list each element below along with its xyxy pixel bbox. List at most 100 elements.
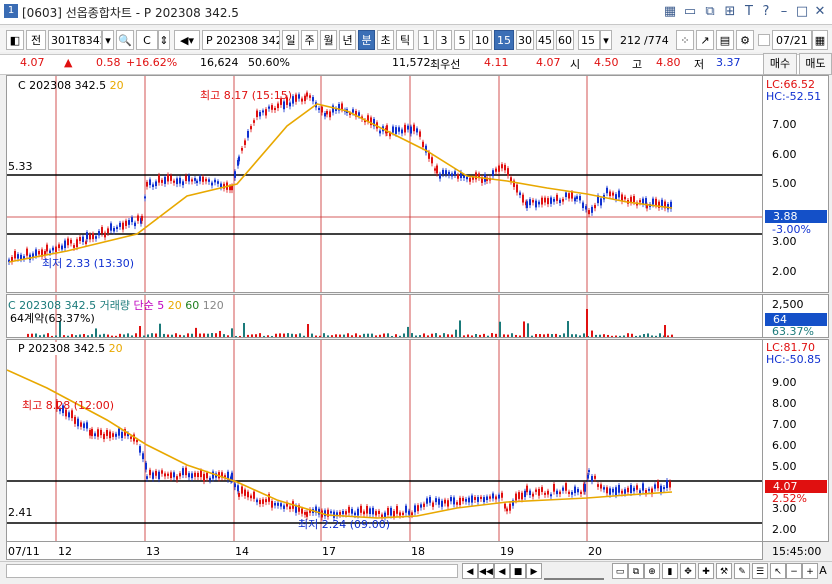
next-icon[interactable]: ▶	[526, 563, 542, 579]
call-candle	[501, 164, 503, 169]
code-dropdown-icon[interactable]: ▾	[102, 30, 114, 50]
restore-icon[interactable]: ⧉	[702, 4, 718, 20]
put-candle	[587, 474, 589, 479]
tool-icon[interactable]: ⚒	[716, 563, 732, 579]
call-candle	[594, 204, 596, 209]
volume-bar	[495, 333, 497, 337]
call-candle	[268, 106, 270, 109]
call-candle	[541, 197, 543, 205]
period-week[interactable]: 주	[301, 30, 318, 50]
candle-icon[interactable]: ▮	[662, 563, 678, 579]
volume-bar	[599, 334, 601, 337]
cursor-icon[interactable]: ↖	[770, 563, 786, 579]
pattern-icon[interactable]: ⁘	[676, 30, 694, 50]
interval-30[interactable]: 30	[516, 30, 534, 50]
gear-icon[interactable]: ⚙	[736, 30, 754, 50]
volume-bar	[419, 335, 421, 337]
windows-icon[interactable]: ⧉	[628, 563, 644, 579]
call-candle	[416, 128, 418, 133]
instrument-input[interactable]: P 202308 342	[202, 30, 280, 50]
volume-bar	[423, 333, 425, 337]
window-icon[interactable]: ▭	[612, 563, 628, 579]
zoom-slider[interactable]	[544, 566, 604, 580]
volume-bar	[407, 326, 409, 337]
call-candle	[472, 177, 474, 180]
buy-button[interactable]: 매수	[763, 53, 797, 75]
zoom-in-icon[interactable]: ⊕	[644, 563, 660, 579]
minimize-icon[interactable]: –	[776, 4, 792, 20]
interval-dropdown-icon[interactable]: ▾	[600, 30, 612, 50]
close-icon[interactable]: ✕	[812, 4, 828, 20]
period-tick[interactable]: 틱	[396, 30, 414, 50]
horizontal-scrollbar[interactable]	[6, 564, 458, 578]
date-input[interactable]: 07/21	[772, 30, 812, 50]
minus-icon[interactable]: ▭	[682, 4, 698, 20]
font-icon[interactable]: ⊞	[722, 4, 738, 20]
pane1-tick: 3.00	[772, 235, 797, 248]
crosshair-icon[interactable]: ✚	[698, 563, 714, 579]
prev-icon[interactable]: ◀	[494, 563, 510, 579]
interval-5[interactable]: 5	[454, 30, 470, 50]
chart-type-icon[interactable]: C	[136, 30, 158, 50]
put-candle	[509, 503, 511, 511]
put-candle	[408, 510, 410, 515]
search-icon[interactable]: 🔍	[116, 30, 134, 50]
stepper-icon[interactable]: ⇕	[158, 30, 170, 50]
put-candle	[203, 473, 205, 482]
pane3-legend-series: P 202308 342.5	[18, 342, 106, 355]
period-year[interactable]: 년	[339, 30, 356, 50]
interval-15[interactable]: 15	[494, 30, 514, 50]
grid-icon[interactable]: ▦	[662, 4, 678, 20]
call-candle	[329, 111, 331, 118]
period-minute[interactable]: 분	[358, 30, 375, 50]
draw-icon[interactable]: ↗	[696, 30, 714, 50]
scroll-left-end-icon[interactable]: ◀	[462, 563, 478, 579]
stop-icon[interactable]: ■	[510, 563, 526, 579]
toggle-button[interactable]: ◧	[6, 30, 24, 50]
call-candle	[341, 103, 343, 110]
layers-icon[interactable]: ☰	[752, 563, 768, 579]
put-candle	[354, 512, 356, 516]
call-candle	[410, 126, 412, 134]
volume-bar	[155, 333, 157, 337]
minus-button-icon[interactable]: −	[786, 563, 802, 579]
interval-45[interactable]: 45	[536, 30, 554, 50]
price-pane-put[interactable]	[6, 339, 763, 542]
put-candle	[103, 433, 105, 440]
font-size-icon[interactable]: A	[816, 563, 830, 579]
put-candle	[594, 475, 596, 479]
maximize-icon[interactable]: □	[794, 4, 810, 20]
layout-icon[interactable]: ▤	[716, 30, 734, 50]
interval-3[interactable]: 3	[436, 30, 452, 50]
interval-1[interactable]: 1	[418, 30, 434, 50]
call-candle	[495, 168, 497, 172]
question-icon[interactable]: ?	[758, 4, 774, 20]
call-candle	[436, 165, 438, 174]
period-second[interactable]: 초	[377, 30, 394, 50]
date-checkbox[interactable]	[758, 34, 770, 46]
text-icon[interactable]: T	[741, 4, 757, 20]
calendar-icon[interactable]: ▦	[812, 30, 828, 50]
put-candle	[414, 505, 416, 513]
volume-bar	[415, 335, 417, 337]
put-candle	[158, 471, 160, 480]
interval-60[interactable]: 60	[556, 30, 574, 50]
volume-bar	[243, 322, 245, 337]
period-month[interactable]: 월	[320, 30, 337, 50]
speaker-icon[interactable]: ◀▾	[174, 30, 200, 50]
volume-bar	[227, 335, 229, 337]
pin-icon[interactable]: ✎	[734, 563, 750, 579]
sell-button[interactable]: 매도	[799, 53, 832, 75]
rewind-icon[interactable]: ◀◀	[478, 563, 494, 579]
prev-button[interactable]: 전	[26, 30, 46, 50]
put-candle	[462, 497, 464, 502]
period-day[interactable]: 일	[282, 30, 299, 50]
put-candle	[547, 490, 549, 495]
put-candle	[330, 511, 332, 514]
interval-select[interactable]: 15	[578, 30, 600, 50]
call-candle	[448, 171, 450, 176]
call-candle	[454, 171, 456, 175]
interval-10[interactable]: 10	[472, 30, 492, 50]
move-icon[interactable]: ✥	[680, 563, 696, 579]
code-input[interactable]: 301T8342	[48, 30, 102, 50]
